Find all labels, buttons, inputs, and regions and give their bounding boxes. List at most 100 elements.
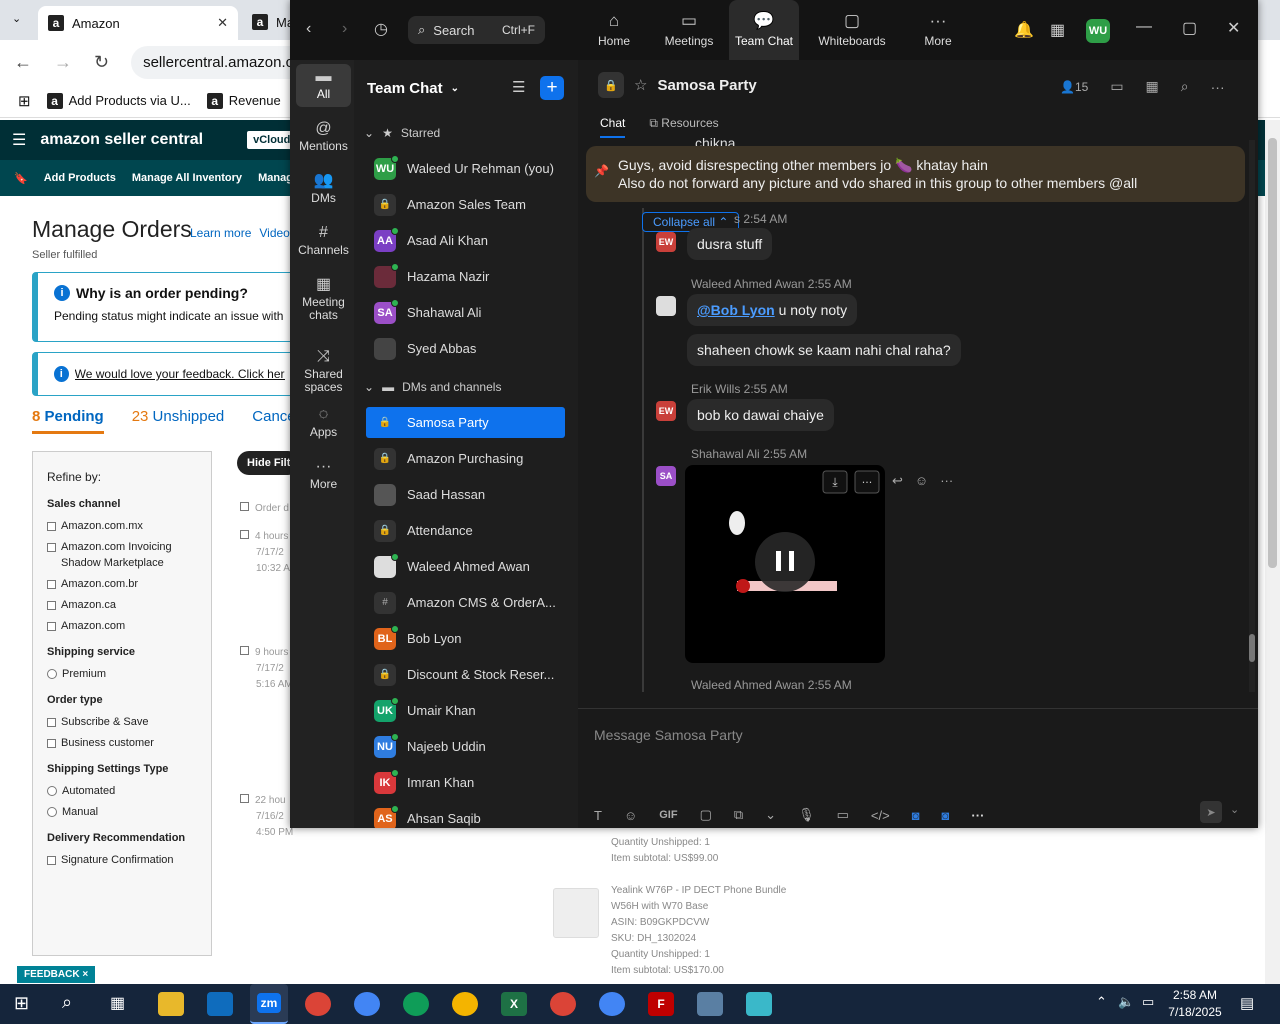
members-count[interactable]: 👤15	[1060, 80, 1088, 94]
star-outline-icon[interactable]: ☆	[634, 76, 647, 94]
forward-icon[interactable]: ›	[342, 20, 347, 38]
chat-list-item[interactable]: AA Asad Ali Khan	[366, 225, 565, 256]
user-avatar[interactable]: WU	[1086, 19, 1110, 43]
chrome-icon[interactable]	[305, 992, 331, 1016]
refine-option[interactable]: Amazon.com Invoicing Shadow Marketplace	[47, 539, 197, 571]
video-message-icon[interactable]: ▭	[837, 807, 849, 823]
message-bubble[interactable]: @Bob Lyon u noty noty	[687, 294, 858, 326]
chat-list-item[interactable]: Waleed Ahmed Awan	[366, 551, 565, 582]
checkbox[interactable]	[47, 739, 56, 748]
learn-more-link[interactable]: Learn more	[190, 226, 251, 240]
video-off-icon[interactable]: ▭	[1110, 78, 1123, 95]
sender-avatar[interactable]: SA	[656, 466, 676, 486]
app-icon[interactable]	[746, 992, 772, 1016]
feedback-tab[interactable]: FEEDBACK ×	[17, 966, 96, 983]
radio-button[interactable]	[47, 669, 57, 679]
row-checkbox[interactable]	[240, 530, 249, 539]
more-icon[interactable]: ···	[1211, 79, 1225, 95]
chat-list-item[interactable]: SA Shahawal Ali	[366, 297, 565, 328]
bookmark-item[interactable]: a Add Products via U...	[46, 92, 191, 109]
chat-list-item[interactable]: BL Bob Lyon	[366, 623, 565, 654]
chat-list-item[interactable]: Syed Abbas	[366, 333, 565, 364]
chrome-icon[interactable]	[599, 992, 625, 1016]
apps-grid-icon[interactable]: ⊞	[18, 92, 31, 110]
reply-icon[interactable]: ↩	[892, 473, 903, 489]
nav-whiteboards[interactable]: ▢ Whiteboards	[808, 0, 896, 60]
calendar-icon[interactable]: ▦	[1050, 20, 1065, 40]
task-view-icon[interactable]: ▦	[110, 993, 125, 1013]
page-scrollbar-thumb[interactable]	[1268, 138, 1277, 568]
menu-icon[interactable]: ☰	[12, 130, 26, 150]
nav-home[interactable]: ⌂ Home	[586, 0, 642, 60]
refine-option[interactable]: Business customer	[47, 735, 197, 751]
volume-icon[interactable]: 🔈	[1118, 994, 1134, 1010]
refine-option[interactable]: Amazon.ca	[47, 597, 197, 613]
rail-dms[interactable]: 👥 DMs	[296, 168, 351, 211]
radio-button[interactable]	[47, 807, 57, 817]
refine-option[interactable]: Signature Confirmation	[47, 852, 197, 868]
rail-channels[interactable]: # Channels	[296, 220, 351, 263]
bookmark-item[interactable]: a Revenue	[206, 92, 281, 109]
calendar-icon[interactable]: ▦	[1146, 78, 1159, 95]
chat-list-item[interactable]: 🔒 Amazon Sales Team	[366, 189, 565, 220]
reload-icon[interactable]: ↻	[94, 52, 109, 73]
seller-central-logo[interactable]: amazon seller central	[40, 131, 203, 149]
nav-meetings[interactable]: ▭ Meetings	[656, 0, 722, 60]
message-bubble[interactable]: bob ko dawai chaiye	[687, 399, 834, 431]
checkbox[interactable]	[47, 580, 56, 589]
chat-list-item[interactable]: AS Ahsan Saqib	[366, 803, 565, 828]
row-checkbox[interactable]	[240, 646, 249, 655]
chat-list-item[interactable]: 🔒 Samosa Party	[366, 407, 565, 438]
browser-tab-2[interactable]: a Ma	[252, 14, 294, 30]
more-icon[interactable]: ···	[971, 808, 984, 823]
pause-button[interactable]	[755, 532, 815, 592]
section-dms-channels[interactable]: ⌄ ▬ DMs and channels	[364, 380, 501, 394]
bell-icon[interactable]: 🔔	[1014, 20, 1034, 40]
rail-shared-spaces[interactable]: ⤨ Shared spaces	[296, 344, 351, 400]
history-icon[interactable]: ◷	[374, 19, 388, 39]
refine-option[interactable]: Subscribe & Save	[47, 714, 197, 730]
chat-list-item[interactable]: WU Waleed Ur Rehman (you)	[366, 153, 565, 184]
zoom-app-icon[interactable]: zm	[250, 984, 288, 1024]
checkbox[interactable]	[47, 522, 56, 531]
back-icon[interactable]: ←	[14, 52, 32, 73]
checkbox[interactable]	[47, 622, 56, 631]
checkbox[interactable]	[47, 543, 56, 552]
chat-list-item[interactable]: UK Umair Khan	[366, 695, 565, 726]
feedback-link[interactable]: We would love your feedback. Click here …	[75, 367, 285, 381]
tab-pending[interactable]: 8 Pending	[32, 408, 104, 434]
excel-icon[interactable]: X	[501, 992, 527, 1016]
chat-list-item[interactable]: Saad Hassan	[366, 479, 565, 510]
chat-list-item[interactable]: 🔒 Attendance	[366, 515, 565, 546]
outlook-icon[interactable]	[207, 992, 233, 1016]
chevron-down-icon[interactable]: ⌄	[1230, 803, 1239, 816]
chat-list-item[interactable]: Hazama Nazir	[366, 261, 565, 292]
bookmark-icon[interactable]: 🔖	[14, 172, 28, 185]
composer-placeholder[interactable]: Message Samosa Party	[594, 727, 743, 743]
gif-icon[interactable]: GIF	[659, 809, 677, 821]
rail-more[interactable]: ··· More	[296, 454, 351, 497]
search-icon[interactable]: ⌕	[1181, 78, 1189, 95]
tab-unshipped[interactable]: 23 Unshipped	[132, 408, 225, 434]
sender-avatar[interactable]: EW	[656, 401, 676, 421]
emoji-icon[interactable]: ☺	[624, 808, 637, 823]
pinned-message[interactable]: Guys, avoid disrespecting other members …	[586, 146, 1245, 202]
notifications-icon[interactable]: ▤	[1240, 994, 1254, 1012]
code-snippet-icon[interactable]: </>	[871, 808, 890, 823]
windows-start-icon[interactable]: ⊞	[14, 993, 29, 1014]
close-window-icon[interactable]: ✕	[1227, 18, 1240, 38]
search-icon[interactable]: ⌕	[62, 992, 72, 1013]
calculator-icon[interactable]	[697, 992, 723, 1016]
close-tab-icon[interactable]: ✕	[217, 15, 228, 31]
section-starred[interactable]: ⌄ ★ Starred	[364, 126, 440, 140]
chat-list-item[interactable]: IK Imran Khan	[366, 767, 565, 798]
chat-list-item[interactable]: # Amazon CMS & OrderA...	[366, 587, 565, 618]
rail-mentions[interactable]: @ Mentions	[296, 116, 351, 159]
refine-option[interactable]: Amazon.com.br	[47, 576, 197, 592]
system-clock[interactable]: 2:58 AM 7/18/2025	[1165, 987, 1225, 1021]
app-icon[interactable]: ◙	[942, 808, 950, 823]
nav-more[interactable]: ··· More	[916, 0, 960, 60]
minimize-icon[interactable]: —	[1136, 18, 1152, 36]
chrome-icon[interactable]	[403, 992, 429, 1016]
checkbox[interactable]	[47, 601, 56, 610]
